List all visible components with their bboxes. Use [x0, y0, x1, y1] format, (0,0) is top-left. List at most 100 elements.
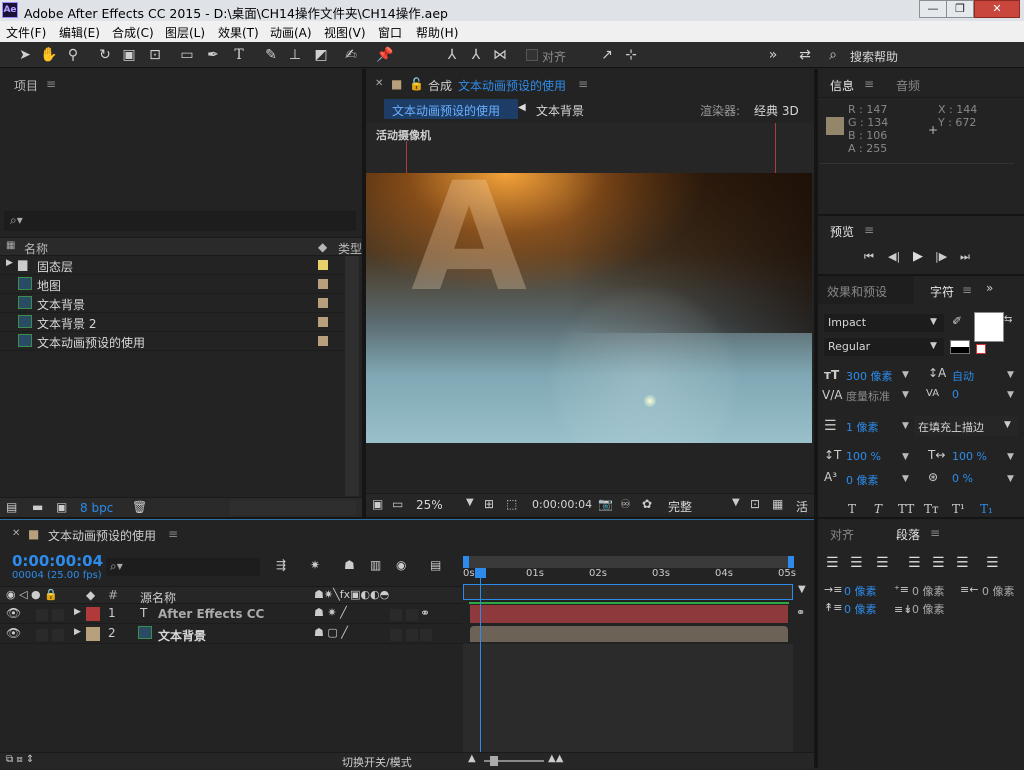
- switch-toggle[interactable]: [406, 609, 418, 621]
- menu-view[interactable]: 视图(V): [324, 24, 366, 41]
- subscript-icon[interactable]: T₁: [980, 502, 993, 516]
- breadcrumb-active[interactable]: 文本动画预设的使用: [384, 99, 518, 119]
- dropdown-icon[interactable]: ▼: [902, 421, 909, 431]
- horizontal-scrollbar[interactable]: [230, 501, 356, 515]
- label-swatch[interactable]: [318, 317, 328, 327]
- world-axis-icon[interactable]: ⅄: [467, 46, 485, 64]
- vertical-scale-value[interactable]: 100 %: [846, 450, 881, 463]
- fill-color-swatch[interactable]: [974, 312, 1004, 342]
- menu-effect[interactable]: 效果(T): [218, 24, 259, 41]
- label-swatch[interactable]: [318, 260, 328, 270]
- timeline-comp-name[interactable]: 文本动画预设的使用: [48, 527, 156, 544]
- menu-layer[interactable]: 图层(L): [165, 24, 205, 41]
- panel-menu-icon[interactable]: ≡: [168, 527, 178, 541]
- close-tab-icon[interactable]: ✕: [12, 528, 20, 539]
- view-axis-icon[interactable]: ⋈: [491, 46, 509, 64]
- current-time-indicator-head[interactable]: [475, 568, 486, 578]
- list-item[interactable]: 地图: [0, 275, 345, 294]
- comp-mini-flowchart-icon[interactable]: ⇶: [276, 558, 286, 572]
- time-ruler[interactable]: 0s 01s 02s 03s 04s 05s: [463, 568, 796, 584]
- switch-toggle[interactable]: [420, 629, 432, 641]
- panel-splitter[interactable]: [818, 214, 1024, 216]
- panel-menu-icon[interactable]: ≡: [46, 77, 56, 91]
- menu-window[interactable]: 窗口: [378, 24, 402, 41]
- panel-splitter[interactable]: [814, 69, 818, 768]
- font-family-select[interactable]: Impact ▼: [824, 314, 944, 332]
- expand-arrow-icon[interactable]: ▶: [74, 627, 81, 637]
- lock-toggle[interactable]: [52, 629, 64, 641]
- label-swatch[interactable]: [318, 298, 328, 308]
- label-swatch[interactable]: [318, 336, 328, 346]
- layer-label-color[interactable]: [86, 627, 100, 641]
- resolution-dropdown-icon[interactable]: ▼: [732, 497, 740, 508]
- breadcrumb-next[interactable]: 文本背景: [536, 102, 584, 119]
- justify-right-icon[interactable]: ☰: [956, 555, 969, 571]
- monitor-icon[interactable]: ▭: [392, 497, 403, 511]
- snap-icon[interactable]: ↗: [598, 46, 616, 64]
- dropdown-icon[interactable]: ▼: [1007, 474, 1014, 484]
- dropdown-icon[interactable]: ▼: [1007, 390, 1014, 400]
- table-row[interactable]: 👁 ▶ 2 文本背景 ☗ ▢ ╱: [0, 624, 462, 644]
- switch-toggle[interactable]: [390, 609, 402, 621]
- justify-left-icon[interactable]: ☰: [908, 555, 921, 571]
- zoom-tool-icon[interactable]: ⚲: [64, 46, 82, 64]
- switch-toggle[interactable]: [406, 629, 418, 641]
- trash-icon[interactable]: 🗑: [132, 500, 147, 514]
- swap-colors-icon[interactable]: ⇆: [1004, 314, 1012, 325]
- overflow-icon[interactable]: »: [986, 281, 993, 295]
- justify-center-icon[interactable]: ☰: [932, 555, 945, 571]
- layer-switches[interactable]: ☗ ✷ ╱: [314, 606, 347, 619]
- first-frame-icon[interactable]: ⏮: [864, 250, 874, 264]
- tab-info[interactable]: 信息: [830, 77, 854, 94]
- comp-button-icon[interactable]: ▼: [798, 584, 806, 595]
- indent-right-value[interactable]: 0 像素: [982, 583, 1015, 599]
- col-type-header[interactable]: 类型: [338, 240, 362, 257]
- baseline-shift-value[interactable]: 0 像素: [846, 472, 879, 488]
- pen-tool-icon[interactable]: ✒: [204, 46, 222, 64]
- rotation-tool-icon[interactable]: ↻: [96, 46, 114, 64]
- panel-menu-icon[interactable]: ≡: [962, 283, 972, 297]
- work-area-end-handle[interactable]: [788, 556, 794, 568]
- eraser-tool-icon[interactable]: ◩: [312, 46, 330, 64]
- kerning-value[interactable]: 度量标准: [846, 388, 890, 404]
- indent-left-value[interactable]: 0 像素: [844, 583, 877, 599]
- timeline-timecode[interactable]: 0:00:00:04: [12, 552, 103, 570]
- faux-italic-icon[interactable]: T: [874, 502, 882, 516]
- zoom-in-icon[interactable]: ▲▲: [548, 753, 563, 764]
- color-channel-icon[interactable]: ✿: [642, 497, 652, 511]
- tab-effects-presets[interactable]: 效果和预设: [827, 283, 887, 300]
- dropdown-icon[interactable]: ▼: [1007, 370, 1014, 380]
- pan-behind-tool-icon[interactable]: ⊡: [146, 46, 164, 64]
- tracking-value[interactable]: 0: [952, 388, 959, 401]
- last-frame-icon[interactable]: ⏭: [960, 250, 970, 264]
- list-item[interactable]: 文本背景 2: [0, 313, 345, 332]
- justify-all-icon[interactable]: ☰: [986, 555, 999, 571]
- transparency-grid-icon[interactable]: ▦: [772, 497, 783, 511]
- space-after-value[interactable]: 0 像素: [912, 601, 945, 617]
- switch-toggle[interactable]: [390, 629, 402, 641]
- tab-audio[interactable]: 音频: [896, 77, 920, 94]
- stroke-mode-select[interactable]: 在填充上描边 ▼: [914, 416, 1018, 436]
- lock-icon[interactable]: ■: [391, 77, 402, 91]
- panel-menu-icon[interactable]: ≡: [578, 77, 588, 91]
- list-item[interactable]: 文本动画预设的使用: [0, 332, 345, 351]
- always-preview-icon[interactable]: ▣: [372, 497, 383, 511]
- work-area-bar[interactable]: [463, 556, 793, 568]
- label-swatch[interactable]: [318, 279, 328, 289]
- list-item[interactable]: 文本背景: [0, 294, 345, 313]
- composition-viewer[interactable]: A: [366, 173, 812, 443]
- puppet-pin-tool-icon[interactable]: 📌: [376, 46, 394, 64]
- local-axis-icon[interactable]: ⅄: [443, 46, 461, 64]
- minimize-button[interactable]: —: [919, 0, 947, 18]
- font-size-value[interactable]: 300 像素: [846, 368, 893, 384]
- layer-bar-2[interactable]: [470, 626, 788, 642]
- new-comp-icon[interactable]: ▣: [56, 500, 67, 514]
- renderer-value[interactable]: 经典 3D: [754, 102, 799, 119]
- zoom-select[interactable]: 25%: [416, 498, 443, 512]
- vertical-scrollbar[interactable]: [345, 256, 359, 496]
- prev-frame-icon[interactable]: ◀|: [888, 250, 900, 263]
- current-time[interactable]: 0:00:00:04: [532, 498, 592, 511]
- mask-toggle-icon[interactable]: ⬚: [506, 497, 517, 511]
- comp-marker-icon[interactable]: ⚭: [796, 606, 805, 619]
- solo-toggle[interactable]: [36, 609, 48, 621]
